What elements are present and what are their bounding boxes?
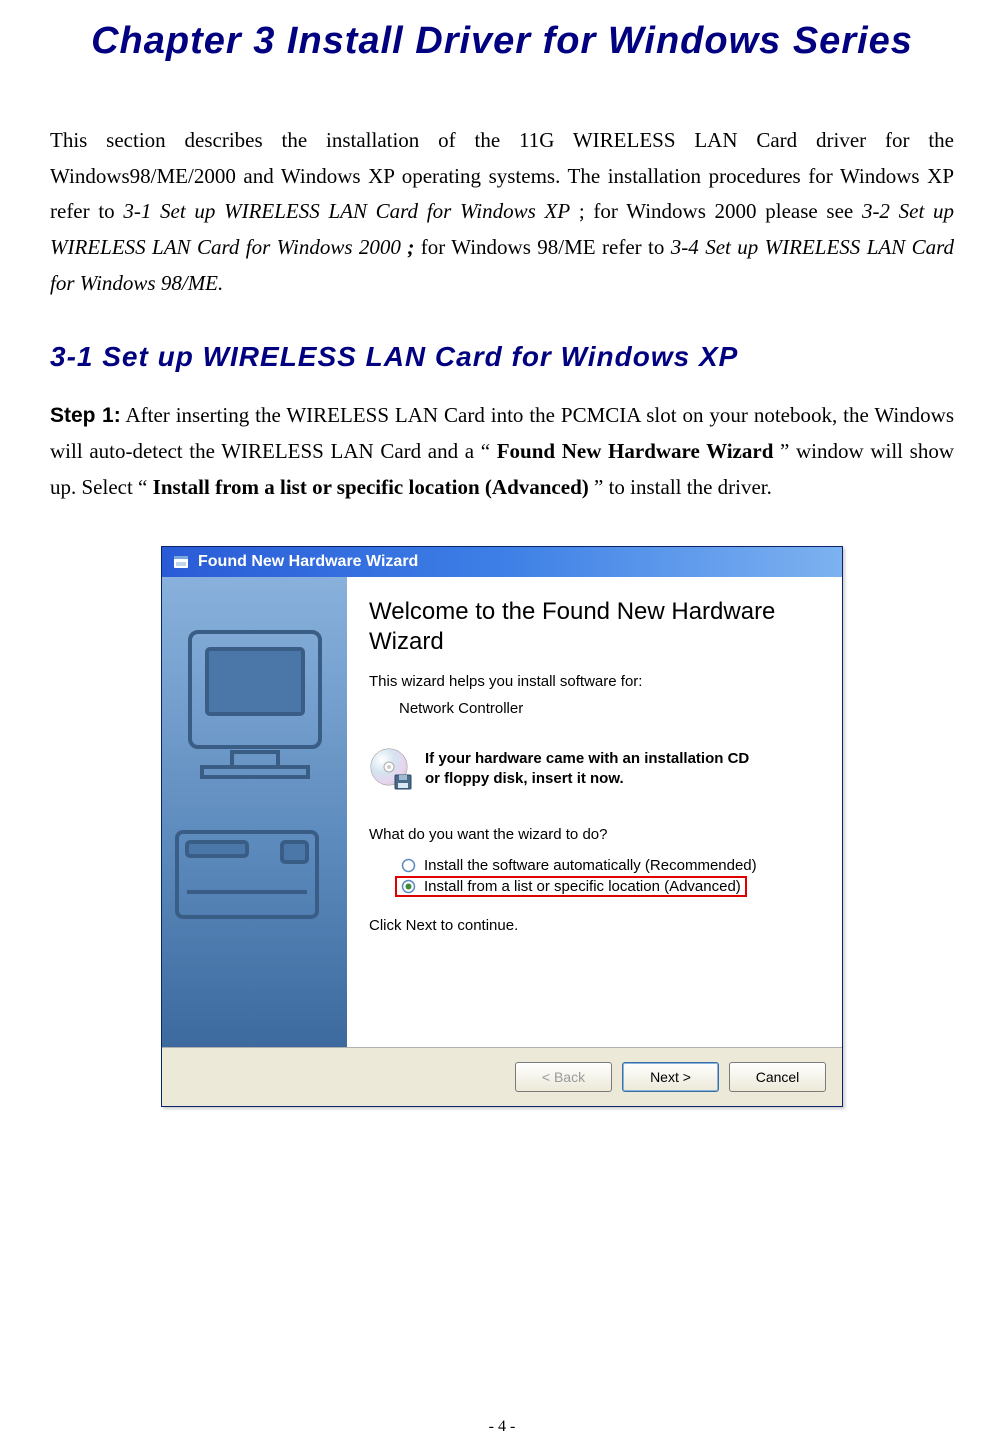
radio-list-label: Install from a list or specific location… xyxy=(424,878,741,895)
wizard-titlebar[interactable]: Found New Hardware Wizard xyxy=(162,547,842,577)
wizard-decorative-sidebar xyxy=(162,577,347,1047)
wizard-helps-text: This wizard helps you install software f… xyxy=(369,673,820,690)
wizard-sidebar-art-icon xyxy=(162,577,347,1047)
wizard-welcome-heading: Welcome to the Found New Hardware Wizard xyxy=(369,597,820,657)
chapter-title: Chapter 3 Install Driver for Windows Ser… xyxy=(50,20,954,63)
radio-unchecked-icon xyxy=(401,858,416,873)
wizard-continue-text: Click Next to continue. xyxy=(369,917,820,934)
wizard-cd-instruction: If your hardware came with an installati… xyxy=(425,747,749,790)
intro-text-2: ; for Windows 2000 please see xyxy=(579,199,862,223)
radio-auto-label: Install the software automatically (Reco… xyxy=(424,857,757,874)
radio-checked-icon xyxy=(401,879,416,894)
wizard-cd-line1: If your hardware came with an installati… xyxy=(425,749,749,769)
found-new-hardware-wizard-dialog: Found New Hardware Wizard xyxy=(161,546,843,1107)
radio-install-auto[interactable]: Install the software automatically (Reco… xyxy=(397,855,820,876)
wizard-title-text: Found New Hardware Wizard xyxy=(198,553,418,571)
wizard-question-text: What do you want the wizard to do? xyxy=(369,826,820,843)
back-button: < Back xyxy=(515,1062,612,1092)
intro-semi: ; xyxy=(407,235,414,259)
window-icon xyxy=(172,553,190,571)
wizard-button-bar: < Back Next > Cancel xyxy=(162,1047,842,1106)
step1-paragraph: Step 1: After inserting the WIRELESS LAN… xyxy=(50,398,954,505)
cancel-button[interactable]: Cancel xyxy=(729,1062,826,1092)
step1-bold-2: Install from a list or specific location… xyxy=(153,475,589,499)
intro-ref-1: 3-1 Set up WIRELESS LAN Card for Windows… xyxy=(123,199,570,223)
wizard-device-name: Network Controller xyxy=(399,700,820,717)
step1-bold-1: Found New Hardware Wizard xyxy=(497,439,774,463)
next-button[interactable]: Next > xyxy=(622,1062,719,1092)
intro-paragraph: This section describes the installation … xyxy=(50,123,954,301)
cd-icon xyxy=(369,747,413,791)
page-number: - 4 - xyxy=(0,1418,1004,1436)
intro-text-3: for Windows 98/ME refer to xyxy=(421,235,671,259)
section-title: 3-1 Set up WIRELESS LAN Card for Windows… xyxy=(50,341,954,373)
wizard-radio-group: Install the software automatically (Reco… xyxy=(397,855,820,897)
step1-label: Step 1: xyxy=(50,404,121,427)
radio-install-list[interactable]: Install from a list or specific location… xyxy=(395,876,747,897)
step1-text-3: ” to install the driver. xyxy=(594,475,772,499)
wizard-cd-line2: or floppy disk, insert it now. xyxy=(425,769,749,789)
